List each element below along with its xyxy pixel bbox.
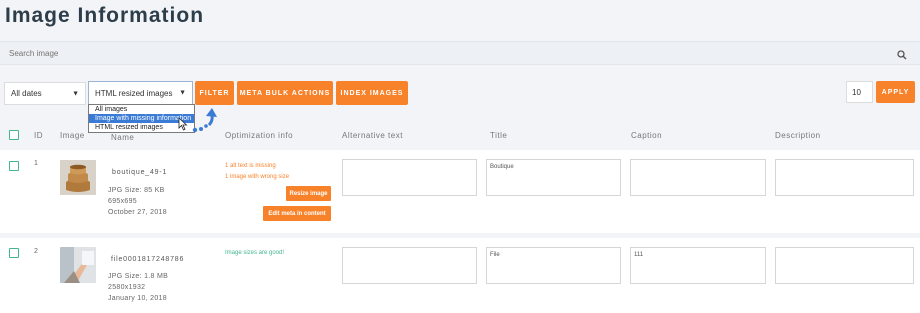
alt-missing-message: 1 alt text is missing [225,163,276,169]
wrong-size-message: 1 image with wrong size [225,174,290,180]
filter-button[interactable]: FILTER [195,81,234,105]
meta-bulk-actions-button[interactable]: META BULK ACTIONS [237,81,333,105]
title-field[interactable]: Boutique [486,159,621,196]
image-type-select-value: HTML resized images [95,88,173,98]
edit-meta-in-content-button[interactable]: Edit meta in content [263,206,331,221]
row-checkbox[interactable] [9,161,19,171]
dates-select-value: All dates [11,89,42,98]
search-icon[interactable] [897,47,909,60]
dropdown-option[interactable]: All images [89,105,194,114]
caption-field[interactable]: 111 [630,247,766,284]
header-optimization-info: Optimization info [225,131,294,140]
page-title: Image Information [5,4,205,27]
resize-image-button[interactable]: Resize image [286,186,331,201]
header-caption: Caption [631,131,663,140]
row-checkbox[interactable] [9,248,19,258]
pointer-arrow-icon [192,108,217,133]
row-id: 1 [34,160,39,167]
chevron-down-icon: ▼ [72,90,79,97]
search-input[interactable] [9,47,869,60]
header-image: Image [60,131,85,140]
description-field[interactable] [775,159,914,196]
chevron-down-icon: ▼ [179,89,186,97]
image-thumbnail[interactable] [60,160,96,195]
title-field[interactable]: File [486,247,621,284]
alt-text-field[interactable] [342,247,477,284]
image-file-size: JPG Size: 85 KB [108,187,165,194]
header-alternative-text: Alternative text [342,131,403,140]
image-name[interactable]: boutique_49-1 [112,169,167,176]
image-date: January 10, 2018 [108,295,167,302]
mouse-cursor-icon [178,117,188,131]
header-title: Title [490,131,508,140]
per-page-input[interactable]: 10 [846,81,873,103]
image-file-size: JPG Size: 1.8 MB [108,273,169,280]
alt-text-field[interactable] [342,159,477,196]
dates-select[interactable]: All dates ▼ [4,82,86,105]
image-name[interactable]: file0001817248786 [111,256,184,263]
description-field[interactable] [775,247,914,284]
header-description: Description [775,131,821,140]
image-type-select[interactable]: HTML resized images ▼ [88,81,193,105]
index-images-button[interactable]: INDEX IMAGES [336,81,408,105]
image-thumbnail[interactable] [60,247,96,283]
header-id[interactable]: ID [34,131,43,140]
header-name[interactable]: Name [111,133,134,142]
image-dimensions: 2580x1932 [108,284,146,291]
select-all-checkbox[interactable] [9,130,19,140]
apply-button[interactable]: APPLY [876,81,915,103]
row-id: 2 [34,248,39,255]
image-date: October 27, 2018 [108,209,167,216]
image-dimensions: 695x695 [108,198,137,205]
image-sizes-good-message: Image sizes are good! [225,250,285,256]
caption-field[interactable] [630,159,766,196]
